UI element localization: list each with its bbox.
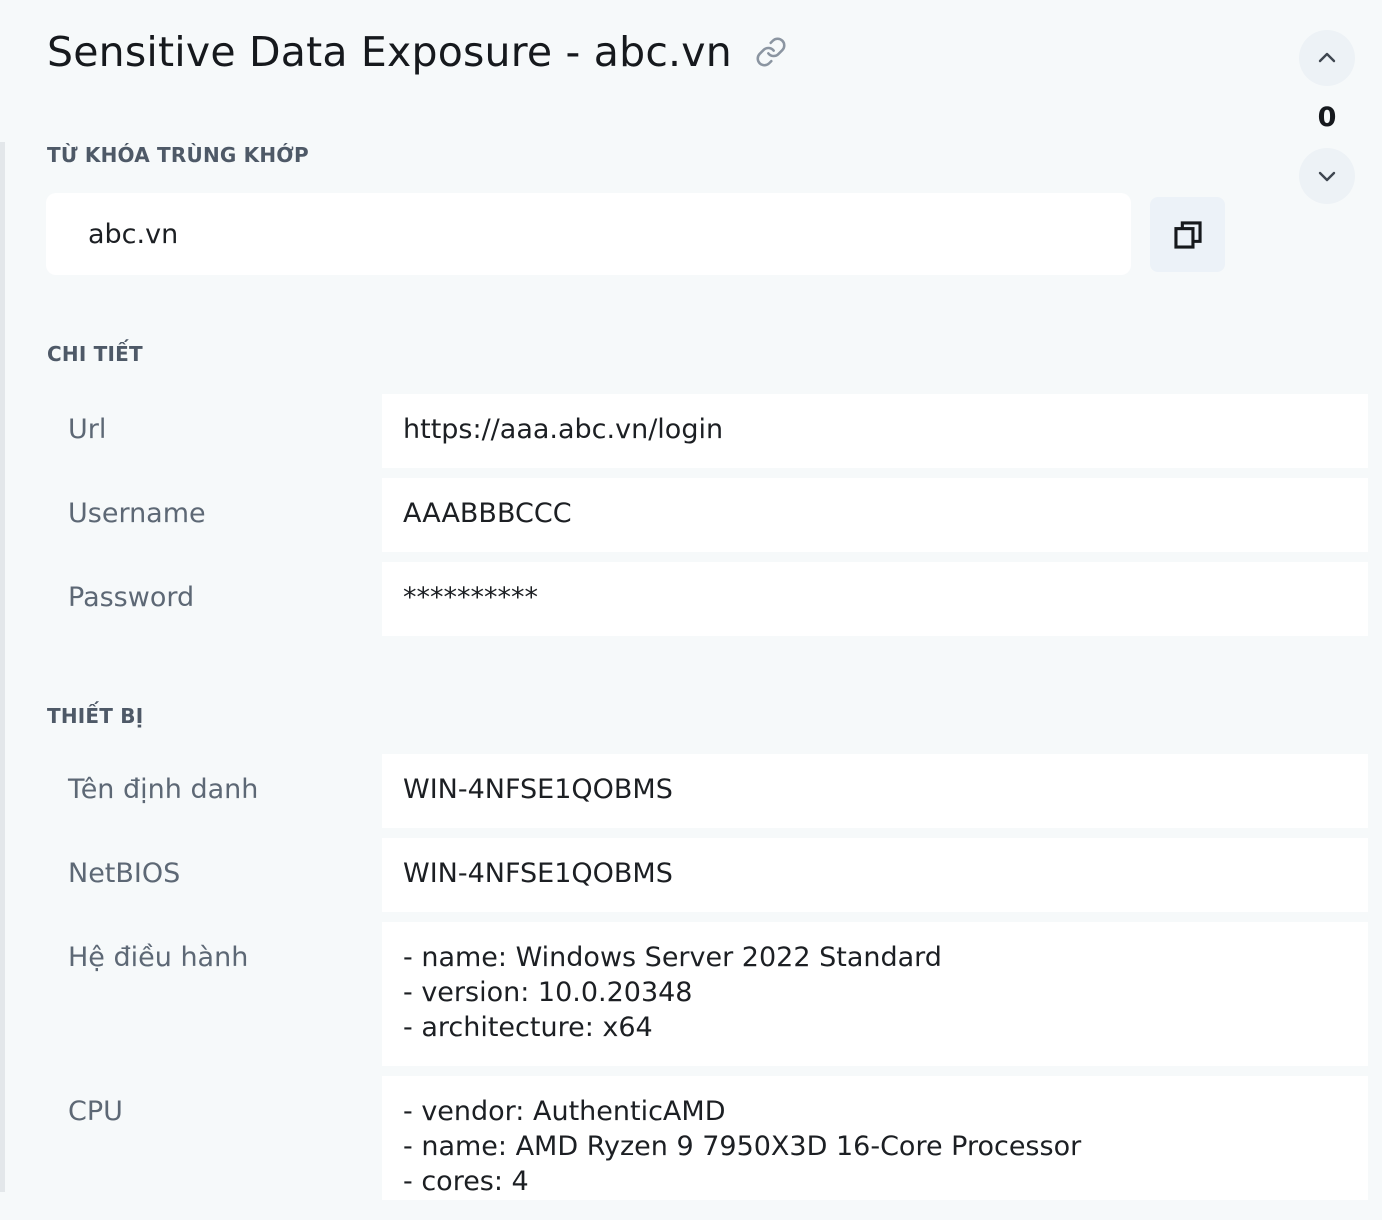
device-value-identifier: WIN-4NFSE1QOBMS [382, 754, 1368, 828]
device-value-os: - name: Windows Server 2022 Standard - v… [382, 922, 1368, 1066]
detail-label-username: Username [68, 498, 206, 529]
copy-icon [1173, 220, 1202, 249]
detail-label-url: Url [68, 414, 107, 445]
device-label-identifier: Tên định danh [68, 774, 259, 805]
link-icon[interactable] [754, 35, 788, 69]
device-value-netbios: WIN-4NFSE1QOBMS [382, 838, 1368, 912]
copy-button[interactable] [1150, 197, 1225, 272]
device-label-os: Hệ điều hành [68, 942, 249, 973]
page-title: Sensitive Data Exposure - abc.vn [47, 28, 732, 76]
keyword-section-label: TỪ KHÓA TRÙNG KHỚP [47, 143, 309, 167]
next-button[interactable] [1299, 148, 1355, 204]
result-navigator: 0 [1299, 30, 1355, 204]
keyword-value: abc.vn [88, 218, 179, 250]
detail-label-password: Password [68, 582, 195, 613]
result-count: 0 [1317, 101, 1337, 133]
keyword-field[interactable]: abc.vn [46, 193, 1131, 275]
detail-value-url: https://aaa.abc.vn/login [382, 394, 1368, 468]
chevron-down-icon [1318, 171, 1336, 182]
header: Sensitive Data Exposure - abc.vn [47, 28, 788, 76]
previous-button[interactable] [1299, 30, 1355, 86]
device-value-cpu: - vendor: AuthenticAMD - name: AMD Ryzen… [382, 1076, 1368, 1200]
detail-value-username: AAABBBCCC [382, 478, 1368, 552]
details-section-label: CHI TIẾT [47, 342, 143, 366]
detail-value-password: ********** [382, 562, 1368, 636]
device-label-netbios: NetBIOS [68, 858, 181, 889]
device-label-cpu: CPU [68, 1096, 123, 1127]
left-border [0, 142, 5, 1192]
device-section-label: THIẾT BỊ [47, 704, 144, 728]
chevron-up-icon [1318, 52, 1336, 63]
